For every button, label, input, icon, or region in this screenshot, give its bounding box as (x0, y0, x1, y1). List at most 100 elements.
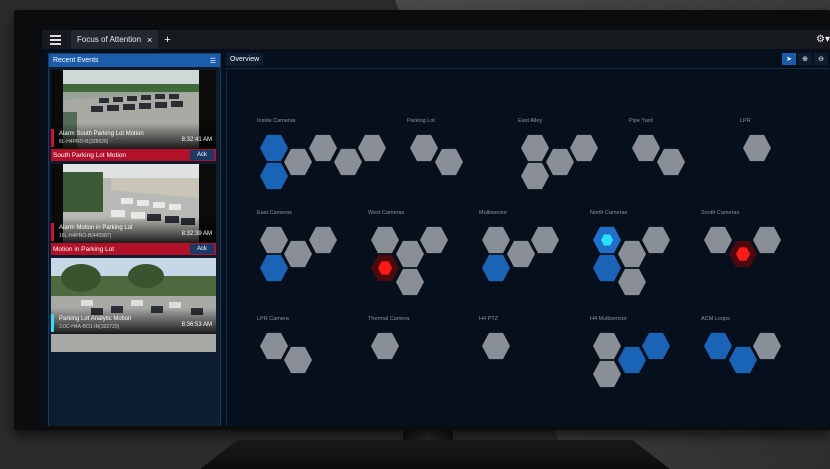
recent-events-title: Recent Events (53, 57, 99, 64)
camera-tile[interactable] (743, 134, 771, 162)
recent-events-header: Recent Events ☰ (49, 54, 220, 67)
camera-tile[interactable] (531, 226, 559, 254)
camera-tile[interactable] (396, 240, 424, 268)
camera-tile[interactable] (729, 346, 757, 374)
group-label-h4-ptz: H4 PTZ (479, 316, 498, 322)
event-title: Alarm Motion in Parking Lot (59, 225, 133, 231)
event-card[interactable]: Alarm South Parking Lot Motion 8L-H4PRO-… (51, 70, 216, 161)
group-label-west-cameras: West Cameras (368, 210, 405, 216)
camera-tile[interactable] (546, 148, 574, 176)
camera-tile[interactable] (482, 332, 510, 360)
event-thumbnail[interactable]: Parking Lot Analytic Motion 3.0C-H4A-BO1… (51, 258, 216, 352)
camera-tile[interactable] (704, 226, 732, 254)
group-label-lpr: LPR (740, 118, 751, 124)
camera-tile[interactable] (507, 240, 535, 268)
event-severity-bar (51, 129, 54, 147)
event-title: Parking Lot Analytic Motion (59, 316, 132, 322)
event-time: 8:36:53 AM (181, 322, 212, 328)
group-label-parking-lot: Parking Lot (407, 118, 435, 124)
camera-tile[interactable] (420, 226, 448, 254)
overview-canvas[interactable]: Inside Cameras Parking Lot East Alley Pi… (226, 68, 830, 426)
tv-bezel: Focus of Attention × + ⚙▾ Recent Events … (14, 10, 830, 430)
camera-tile[interactable] (704, 332, 732, 360)
camera-tile-alarm[interactable] (371, 254, 399, 282)
pointer-icon[interactable]: ➤ (782, 53, 796, 65)
camera-tile[interactable] (618, 268, 646, 296)
tv-stand-base (200, 440, 670, 469)
tab-title: Focus of Attention (77, 35, 142, 44)
group-label-acm-loops: ACM Loops (701, 316, 730, 322)
camera-tile[interactable] (482, 226, 510, 254)
camera-tile[interactable] (521, 162, 549, 190)
sliders-icon[interactable]: ☰ (210, 57, 216, 65)
recent-events-panel: Recent Events ☰ Alarm South Parking Lot … (48, 53, 221, 426)
add-tab-icon[interactable]: + (164, 34, 170, 46)
camera-tile[interactable] (642, 226, 670, 254)
camera-tile[interactable] (435, 148, 463, 176)
camera-tile[interactable] (410, 134, 438, 162)
camera-tile[interactable] (593, 332, 621, 360)
camera-tile[interactable] (260, 134, 288, 162)
gear-icon[interactable]: ⚙▾ (816, 34, 830, 45)
app-window: Focus of Attention × + ⚙▾ Recent Events … (42, 30, 830, 426)
event-source: 8L-H4PRO-B(328626) (59, 139, 109, 145)
event-severity-bar (51, 223, 54, 241)
event-severity-bar (51, 314, 54, 332)
ack-button[interactable]: Ack (190, 150, 214, 160)
camera-tile[interactable] (632, 134, 660, 162)
group-label-east-cameras: East Cameras (257, 210, 292, 216)
camera-tile[interactable] (593, 254, 621, 282)
event-thumbnail[interactable]: Alarm South Parking Lot Motion 8L-H4PRO-… (51, 70, 216, 149)
camera-tile[interactable] (334, 148, 362, 176)
event-card[interactable]: Alarm Motion in Parking Lot 16L-H4PRO-B(… (51, 164, 216, 255)
camera-tile[interactable] (260, 226, 288, 254)
tab-focus-of-attention[interactable]: Focus of Attention × (71, 30, 159, 49)
camera-tile[interactable] (260, 254, 288, 282)
camera-tile[interactable] (284, 346, 312, 374)
camera-tile[interactable] (284, 240, 312, 268)
camera-tile-selected[interactable] (593, 226, 621, 254)
event-label: Motion in Parking Lot (53, 245, 115, 253)
camera-tile[interactable] (284, 148, 312, 176)
camera-tile[interactable] (657, 148, 685, 176)
event-thumbnail[interactable]: Alarm Motion in Parking Lot 16L-H4PRO-B(… (51, 164, 216, 243)
event-source: 3.0C-H4A-BO1-IR(302720) (59, 324, 120, 330)
group-label-inside-cameras: Inside Cameras (257, 118, 296, 124)
group-label-north-cameras: North Cameras (590, 210, 628, 216)
camera-tile[interactable] (260, 332, 288, 360)
group-label-lpr-camera: LPR Camera (257, 316, 289, 322)
tab-overview[interactable]: Overview (226, 53, 264, 66)
camera-tile[interactable] (753, 226, 781, 254)
camera-tile[interactable] (309, 134, 337, 162)
title-bar: Focus of Attention × + ⚙▾ (42, 30, 830, 49)
group-label-pipe-yard: Pipe Yard (629, 118, 653, 124)
event-title: Alarm South Parking Lot Motion (59, 131, 144, 137)
camera-tile[interactable] (642, 332, 670, 360)
camera-tile[interactable] (618, 346, 646, 374)
camera-tile[interactable] (753, 332, 781, 360)
camera-tile-alarm[interactable] (729, 240, 757, 268)
zoom-out-icon[interactable]: ⊖ (814, 53, 828, 65)
camera-tile[interactable] (570, 134, 598, 162)
camera-tile[interactable] (593, 360, 621, 388)
camera-tile[interactable] (260, 162, 288, 190)
camera-tile[interactable] (358, 134, 386, 162)
event-time: 8:32:39 AM (181, 231, 212, 237)
camera-tile[interactable] (309, 226, 337, 254)
group-label-h4-multisensor: H4 Multisensor (590, 316, 627, 322)
close-icon[interactable]: × (147, 35, 152, 45)
group-label-multisensor: Multisensor (479, 210, 508, 216)
event-card[interactable]: Parking Lot Analytic Motion 3.0C-H4A-BO1… (51, 258, 216, 352)
camera-tile[interactable] (482, 254, 510, 282)
ack-button[interactable]: Ack (190, 244, 214, 254)
event-source: 16L-H4PRO-B(445587) (59, 233, 112, 239)
camera-tile[interactable] (618, 240, 646, 268)
hamburger-menu-icon[interactable] (45, 30, 65, 49)
event-label-strip: Motion in Parking Lot Ack (51, 243, 216, 255)
camera-tile[interactable] (521, 134, 549, 162)
camera-tile[interactable] (371, 332, 399, 360)
map-toolbar: ➤ ⊕ ⊖ ✋ (782, 53, 830, 65)
zoom-in-icon[interactable]: ⊕ (798, 53, 812, 65)
camera-tile[interactable] (396, 268, 424, 296)
camera-tile[interactable] (371, 226, 399, 254)
